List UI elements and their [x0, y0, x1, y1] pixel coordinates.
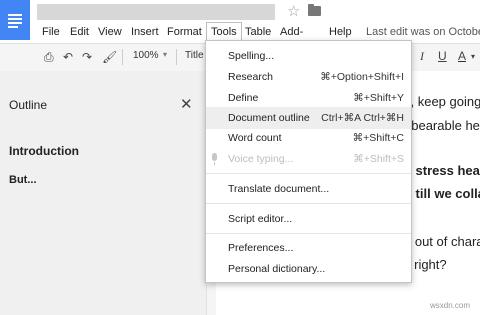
menu-item-shortcut: Ctrl+⌘A Ctrl+⌘H	[321, 112, 404, 124]
menu-item-research[interactable]: Research ⌘+Option+Shift+I	[206, 66, 411, 88]
menu-format[interactable]: Format	[167, 23, 202, 41]
menu-tools[interactable]: Tools	[206, 22, 242, 42]
menu-edit[interactable]: Edit	[70, 23, 89, 41]
paint-format-icon[interactable]: 🖌	[102, 50, 117, 64]
underline-icon[interactable]: U	[438, 49, 447, 63]
menu-item-spelling[interactable]: Spelling...	[206, 45, 411, 67]
watermark: wsxdn.com	[430, 301, 471, 310]
menu-divider	[206, 233, 411, 234]
menu-item-label: Translate document...	[228, 183, 330, 195]
outline-title: Outline	[9, 98, 48, 112]
menu-item-shortcut: ⌘+Option+Shift+I	[320, 71, 404, 83]
menu-item-label: Preferences...	[228, 242, 294, 254]
chevron-down-icon[interactable]: ▾	[163, 50, 167, 59]
menu-item-translate-document[interactable]: Translate document...	[206, 178, 411, 200]
menu-item-script-editor[interactable]: Script editor...	[206, 208, 411, 230]
menu-item-label: Spelling...	[228, 50, 275, 62]
menu-divider	[206, 173, 411, 174]
menu-item-label: Document outline	[228, 112, 310, 124]
redo-icon[interactable]: ↷	[82, 50, 92, 64]
outline-item-introduction[interactable]: Introduction	[9, 144, 79, 158]
doc-text-line[interactable]: d till we colla	[404, 186, 480, 201]
menu-divider	[206, 203, 411, 204]
menu-item-personal-dictionary[interactable]: Personal dictionary...	[206, 258, 411, 280]
menu-item-word-count[interactable]: Word count ⌘+Shift+C	[206, 127, 411, 149]
menu-table[interactable]: Table	[245, 23, 271, 41]
menu-item-define[interactable]: Define ⌘+Shift+Y	[206, 87, 411, 109]
outline-panel: Outline ✕ Introduction But...	[0, 71, 207, 315]
doc-text-line[interactable]: g out of chara	[404, 234, 480, 249]
menu-item-label: Voice typing...	[228, 153, 294, 165]
menu-item-label: Word count	[228, 132, 282, 144]
menu-addons[interactable]: Add-ons	[280, 23, 303, 56]
menu-item-label: Personal dictionary...	[228, 263, 326, 275]
menu-item-preferences[interactable]: Preferences...	[206, 237, 411, 259]
undo-icon[interactable]: ↶	[63, 50, 73, 64]
menu-item-label: Research	[228, 71, 273, 83]
menu-file[interactable]: File	[42, 23, 60, 41]
docs-icon[interactable]	[0, 0, 30, 40]
menu-item-shortcut: ⌘+Shift+C	[352, 132, 404, 144]
zoom-select[interactable]: 100%	[133, 50, 159, 61]
outline-item-but[interactable]: But...	[9, 174, 37, 186]
menu-item-label: Define	[228, 92, 259, 104]
menu-help[interactable]: Help	[329, 23, 352, 41]
doc-text-line[interactable]: s, keep going	[404, 94, 480, 109]
folder-icon[interactable]	[308, 4, 321, 16]
doc-text-line[interactable]: h stress head	[404, 163, 480, 178]
microphone-icon	[212, 153, 217, 165]
menu-item-shortcut: ⌘+Shift+S	[353, 153, 404, 165]
menu-item-document-outline[interactable]: Document outline Ctrl+⌘A Ctrl+⌘H	[206, 107, 411, 129]
doc-text-line[interactable]: nbearable he	[404, 118, 480, 133]
menu-item-voice-typing[interactable]: Voice typing... ⌘+Shift+S	[206, 148, 411, 170]
italic-icon[interactable]: I	[420, 49, 424, 64]
menu-item-shortcut: ⌘+Shift+Y	[353, 92, 404, 104]
last-edit-link[interactable]: Last edit was on October 1	[366, 23, 480, 41]
close-icon[interactable]: ✕	[180, 95, 193, 113]
print-icon[interactable]: ⎙	[44, 50, 54, 65]
document-title-field[interactable]	[37, 4, 275, 20]
tools-menu: Spelling... Research ⌘+Option+Shift+I De…	[205, 40, 412, 283]
style-select[interactable]: Title	[185, 50, 204, 61]
menu-view[interactable]: View	[98, 23, 122, 41]
chevron-down-icon[interactable]: ▾	[471, 52, 475, 61]
menu-insert[interactable]: Insert	[131, 23, 159, 41]
text-color-icon[interactable]: A	[458, 49, 466, 63]
star-icon[interactable]: ☆	[287, 2, 300, 20]
menu-item-label: Script editor...	[228, 213, 293, 225]
